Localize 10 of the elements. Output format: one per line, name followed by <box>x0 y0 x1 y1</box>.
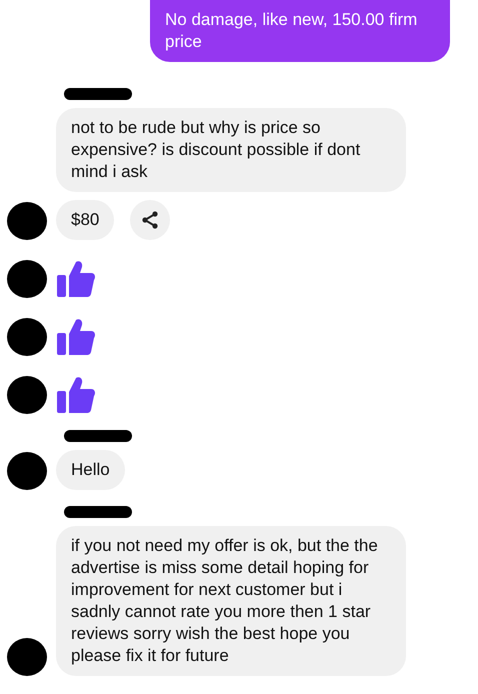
message-bubble: if you not need my offer is ok, but the the advertise is miss some detail hoping for improvement for next customer but i sadnly cannot rate you more then 1 star reviews sorry wish the best hope you please fix it for future <box>56 526 406 676</box>
message-bubble: No damage, like new, 150.00 firm price <box>150 0 450 62</box>
redaction-mark <box>64 506 132 518</box>
share-icon <box>140 210 160 230</box>
redaction-mark <box>64 88 132 100</box>
share-button[interactable] <box>130 200 170 240</box>
message-bubble: $80 <box>56 200 114 240</box>
message-bubble: not to be rude but why is price so expensive? is discount possible if dont mind i ask <box>56 108 406 192</box>
redaction-mark <box>64 430 132 442</box>
message-bubble: Hello <box>56 450 125 490</box>
